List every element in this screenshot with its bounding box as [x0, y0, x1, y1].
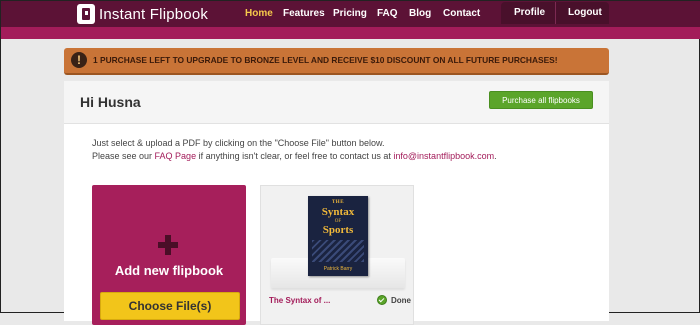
- nav-home[interactable]: Home: [245, 8, 273, 19]
- choose-files-button[interactable]: Choose File(s): [100, 292, 240, 320]
- nav-profile[interactable]: Profile: [514, 2, 545, 24]
- nav-contact[interactable]: Contact: [443, 8, 480, 19]
- instruction-text: .: [494, 151, 497, 161]
- check-circle-icon: [377, 295, 387, 305]
- header-accent-band: [1, 27, 700, 39]
- account-nav: Profile Logout: [501, 2, 609, 24]
- nav-features[interactable]: Features: [283, 8, 325, 19]
- faq-link[interactable]: FAQ Page: [155, 151, 197, 161]
- greeting-title: Hi Husna: [80, 94, 141, 110]
- logo[interactable]: Instant Flipbook: [77, 4, 208, 24]
- status-badge: Done: [377, 295, 411, 305]
- add-flipbook-card[interactable]: Add new flipbook Choose File(s): [92, 185, 246, 325]
- cover-pattern: [312, 240, 364, 262]
- add-flipbook-title: Add new flipbook: [114, 263, 224, 278]
- flipbook-name-link[interactable]: The Syntax of ...: [269, 296, 330, 305]
- cover-text: Syntax: [321, 206, 355, 218]
- purchase-all-button[interactable]: Purchase all flipbooks: [489, 91, 593, 109]
- panel-header: Hi Husna Purchase all flipbooks: [64, 81, 609, 124]
- top-navbar: Instant Flipbook Home Features Pricing F…: [1, 1, 700, 27]
- email-link[interactable]: info@instantflipbook.com: [393, 151, 494, 161]
- cover-text: Sports: [322, 224, 354, 236]
- instruction-text: Please see our: [92, 151, 155, 161]
- upgrade-banner: ! 1 PURCHASE LEFT TO UPGRADE TO BRONZE L…: [64, 48, 609, 75]
- book-cover-image[interactable]: THE Syntax OF Sports Patrick Barry: [308, 196, 368, 276]
- instruction-line-1: Just select & upload a PDF by clicking o…: [92, 138, 385, 148]
- cover-author: Patrick Barry: [323, 266, 353, 272]
- flipbook-card[interactable]: THE Syntax OF Sports Patrick Barry The S…: [260, 185, 414, 325]
- main-panel: Hi Husna Purchase all flipbooks Just sel…: [64, 81, 609, 325]
- nav-logout[interactable]: Logout: [568, 2, 602, 24]
- upload-instructions: Just select & upload a PDF by clicking o…: [92, 137, 497, 163]
- status-text: Done: [391, 295, 411, 305]
- nav-faq[interactable]: FAQ: [377, 8, 398, 19]
- banner-text: 1 PURCHASE LEFT TO UPGRADE TO BRONZE LEV…: [93, 55, 558, 65]
- flipbook-logo-icon: [77, 4, 95, 24]
- instruction-line-2: Please see our FAQ Page if anything isn'…: [92, 150, 497, 163]
- nav-pricing[interactable]: Pricing: [333, 8, 367, 19]
- nav-divider: [555, 2, 556, 24]
- nav-blog[interactable]: Blog: [409, 8, 431, 19]
- exclamation-icon: !: [71, 52, 87, 68]
- instruction-text: if anything isn't clear, or feel free to…: [196, 151, 394, 161]
- logo-text: Instant Flipbook: [99, 5, 209, 23]
- plus-icon: [158, 235, 178, 255]
- cover-text: THE: [331, 200, 345, 205]
